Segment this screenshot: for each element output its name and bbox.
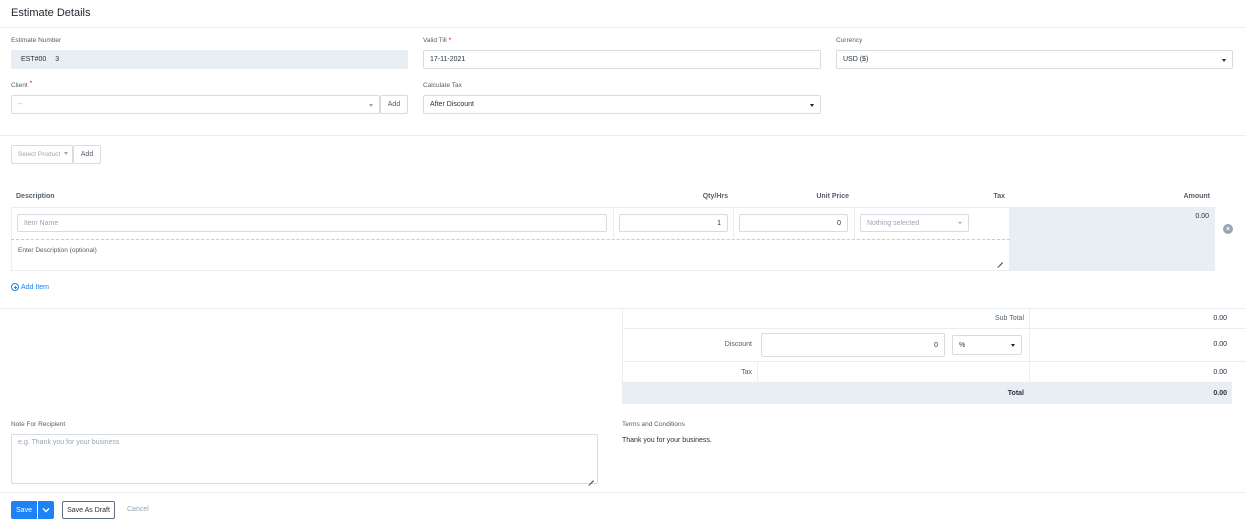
calculate-tax-select[interactable]: After Discount — [423, 95, 821, 114]
item-amount: 0.00 — [1195, 213, 1209, 220]
estimate-number-value: 3 — [55, 56, 60, 63]
divider — [0, 135, 1246, 136]
discount-input[interactable]: 0 — [761, 333, 945, 357]
item-name-placeholder: Item Name — [24, 219, 59, 227]
calculate-tax-label: Calculate Tax — [423, 82, 462, 89]
estimate-number-prefix: EST#00 — [21, 56, 47, 63]
add-item-link[interactable]: Add Item — [11, 283, 49, 291]
save-dropdown-button[interactable] — [38, 501, 54, 519]
valid-till-input[interactable]: 17-11-2021 — [423, 50, 821, 69]
item-name-input[interactable]: Item Name — [17, 214, 607, 232]
discount-amount: 0.00 — [1213, 341, 1227, 348]
chevron-down-icon — [1222, 58, 1226, 62]
resize-handle-icon[interactable] — [588, 475, 594, 481]
header-amount: Amount — [1183, 193, 1210, 200]
divider — [622, 328, 1246, 329]
divider — [0, 27, 1246, 28]
cancel-link[interactable]: Cancel — [127, 506, 149, 513]
note-label: Note For Recipient — [11, 421, 66, 428]
close-circle-icon[interactable]: × — [1223, 224, 1233, 234]
divider — [622, 361, 1246, 362]
chevron-down-icon — [42, 508, 50, 513]
discount-type-value: % — [959, 341, 966, 349]
required-mark: * — [448, 37, 452, 44]
unit-price-input[interactable]: 0 — [739, 214, 848, 232]
chevron-down-icon — [1011, 344, 1015, 347]
divider — [733, 207, 734, 239]
client-select[interactable]: -- — [11, 95, 380, 114]
divider — [0, 492, 1246, 493]
estimate-number-field: EST#00 3 — [11, 50, 408, 69]
save-button[interactable]: Save — [11, 501, 37, 519]
plus-circle-icon — [11, 283, 19, 291]
client-label-text: Client — [11, 82, 28, 89]
divider — [757, 361, 758, 382]
tax-label: Tax — [741, 369, 752, 376]
note-placeholder: e.g. Thank you for your business — [18, 439, 120, 446]
required-mark: * — [29, 80, 33, 87]
discount-type-select[interactable]: % — [952, 335, 1022, 355]
total-label: Total — [1007, 390, 1024, 397]
divider — [11, 239, 1010, 240]
select-product-dropdown[interactable]: Select Product — [11, 145, 73, 164]
divider — [854, 207, 855, 239]
select-product-placeholder: Select Product — [18, 151, 61, 158]
qty-input[interactable]: 1 — [619, 214, 728, 232]
sub-total-value: 0.00 — [1213, 315, 1227, 322]
valid-till-label: Valid Till * — [423, 37, 451, 44]
valid-till-label-text: Valid Till — [423, 37, 447, 44]
client-label: Client * — [11, 80, 33, 89]
currency-value: USD ($) — [843, 56, 869, 63]
discount-label: Discount — [724, 341, 752, 348]
chevron-down-icon — [369, 103, 373, 107]
header-unit-price: Unit Price — [816, 193, 849, 200]
tax-select[interactable]: Nothing selected — [860, 214, 969, 232]
header-description: Description — [16, 193, 55, 200]
add-product-button[interactable]: Add — [73, 145, 101, 164]
page-title: Estimate Details — [11, 7, 91, 19]
tax-placeholder: Nothing selected — [867, 219, 920, 227]
chevron-down-icon — [810, 103, 814, 107]
add-item-label: Add Item — [21, 283, 50, 291]
add-client-button[interactable]: Add — [380, 95, 408, 114]
estimate-number-label: Estimate Number — [11, 37, 62, 44]
chevron-down-icon — [958, 222, 962, 224]
resize-handle-icon[interactable] — [996, 256, 1003, 263]
sub-total-label: Sub Total — [994, 315, 1024, 322]
terms-label: Terms and Conditions — [622, 421, 685, 428]
currency-select[interactable]: USD ($) — [836, 50, 1233, 69]
header-tax: Tax — [993, 193, 1005, 200]
item-description-input[interactable]: Enter Description (optional) — [18, 247, 97, 254]
header-qty: Qty/Hrs — [702, 193, 728, 200]
chevron-down-icon — [64, 151, 68, 155]
calculate-tax-value: After Discount — [430, 101, 474, 108]
tax-amount: 0.00 — [1213, 369, 1227, 376]
save-draft-button[interactable]: Save As Draft — [62, 501, 115, 519]
note-textarea[interactable]: e.g. Thank you for your business — [11, 434, 598, 484]
client-value: -- — [18, 101, 23, 108]
divider — [613, 207, 614, 239]
currency-label: Currency — [836, 37, 863, 44]
terms-text: Thank you for your business. — [622, 437, 712, 444]
total-value: 0.00 — [1213, 390, 1227, 397]
divider — [0, 308, 1246, 309]
